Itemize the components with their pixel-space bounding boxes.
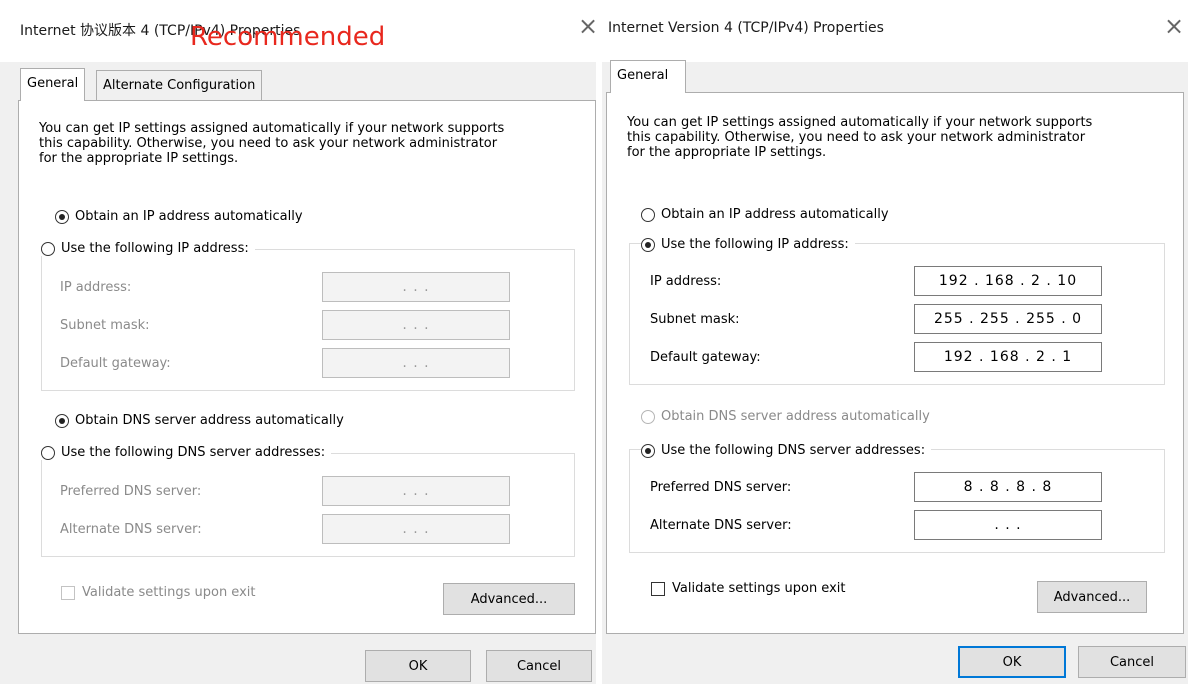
ip-address-label: IP address: bbox=[650, 274, 722, 289]
ok-button[interactable]: OK bbox=[365, 650, 471, 682]
description-line: You can get IP settings assigned automat… bbox=[39, 121, 505, 136]
validate-label: Validate settings upon exit bbox=[672, 581, 846, 596]
description-line: this capability. Otherwise, you need to … bbox=[627, 130, 1086, 145]
obtain-ip-label: Obtain an IP address automatically bbox=[661, 207, 889, 222]
radio-unselected-icon bbox=[641, 207, 655, 222]
subnet-mask-label: Subnet mask: bbox=[650, 312, 740, 327]
close-icon[interactable]: × bbox=[1164, 14, 1184, 38]
validate-label: Validate settings upon exit bbox=[82, 585, 256, 600]
alternate-dns-field[interactable]: . . . bbox=[322, 514, 510, 544]
preferred-dns-field[interactable]: . . . bbox=[322, 476, 510, 506]
recommended-annotation: Recommended bbox=[190, 22, 386, 52]
tab-general[interactable]: General bbox=[20, 68, 86, 101]
description-line: for the appropriate IP settings. bbox=[627, 145, 827, 160]
description-line: this capability. Otherwise, you need to … bbox=[39, 136, 498, 151]
radio-selected-icon bbox=[55, 209, 69, 224]
default-gateway-label: Default gateway: bbox=[60, 356, 171, 371]
use-ip-radio[interactable]: Use the following IP address: bbox=[641, 237, 855, 252]
alternate-dns-label: Alternate DNS server: bbox=[650, 518, 792, 533]
description: You can get IP settings assigned automat… bbox=[39, 121, 579, 166]
validate-checkbox[interactable]: Validate settings upon exit bbox=[651, 581, 845, 596]
use-dns-radio[interactable]: Use the following DNS server addresses: bbox=[41, 445, 332, 460]
radio-unselected-icon bbox=[641, 409, 655, 424]
use-ip-label: Use the following IP address: bbox=[61, 241, 249, 256]
ip-address-field[interactable]: . . . bbox=[322, 272, 510, 302]
use-ip-label: Use the following IP address: bbox=[661, 237, 849, 252]
obtain-ip-label: Obtain an IP address automatically bbox=[75, 209, 303, 224]
radio-selected-icon bbox=[641, 237, 655, 252]
validate-checkbox[interactable]: Validate settings upon exit bbox=[61, 585, 255, 600]
cancel-button[interactable]: Cancel bbox=[1078, 646, 1186, 678]
preferred-dns-label: Preferred DNS server: bbox=[650, 480, 792, 495]
general-panel: You can get IP settings assigned automat… bbox=[18, 100, 596, 634]
advanced-button[interactable]: Advanced... bbox=[443, 583, 575, 615]
general-panel: You can get IP settings assigned automat… bbox=[606, 92, 1184, 634]
ok-button[interactable]: OK bbox=[958, 646, 1066, 678]
description: You can get IP settings assigned automat… bbox=[627, 115, 1167, 160]
ip-address-field[interactable]: 192 . 168 . 2 . 10 bbox=[914, 266, 1102, 296]
subnet-mask-field[interactable]: 255 . 255 . 255 . 0 bbox=[914, 304, 1102, 334]
tcpip-dialog-chinese: Internet 协议版本 4 (TCP/IPv4) Properties × … bbox=[0, 0, 598, 684]
obtain-dns-radio[interactable]: Obtain DNS server address automatically bbox=[641, 409, 930, 424]
default-gateway-field[interactable]: 192 . 168 . 2 . 1 bbox=[914, 342, 1102, 372]
ip-address-group: IP address: 192 . 168 . 2 . 10 Subnet ma… bbox=[629, 243, 1165, 385]
description-line: for the appropriate IP settings. bbox=[39, 151, 239, 166]
alternate-dns-field[interactable]: . . . bbox=[914, 510, 1102, 540]
checkbox-icon bbox=[651, 581, 665, 596]
preferred-dns-label: Preferred DNS server: bbox=[60, 484, 202, 499]
window-title: Internet Version 4 (TCP/IPv4) Properties bbox=[608, 20, 884, 36]
obtain-dns-label: Obtain DNS server address automatically bbox=[75, 413, 344, 428]
preferred-dns-field[interactable]: 8 . 8 . 8 . 8 bbox=[914, 472, 1102, 502]
default-gateway-field[interactable]: . . . bbox=[322, 348, 510, 378]
use-ip-radio[interactable]: Use the following IP address: bbox=[41, 241, 255, 256]
default-gateway-label: Default gateway: bbox=[650, 350, 761, 365]
subnet-mask-field[interactable]: . . . bbox=[322, 310, 510, 340]
obtain-dns-label: Obtain DNS server address automatically bbox=[661, 409, 930, 424]
obtain-ip-radio[interactable]: Obtain an IP address automatically bbox=[55, 209, 303, 224]
advanced-button[interactable]: Advanced... bbox=[1037, 581, 1147, 613]
alternate-dns-label: Alternate DNS server: bbox=[60, 522, 202, 537]
use-dns-radio[interactable]: Use the following DNS server addresses: bbox=[641, 443, 932, 458]
ip-address-group: IP address: . . . Subnet mask: . . . Def… bbox=[41, 249, 575, 391]
dns-group: Preferred DNS server: 8 . 8 . 8 . 8 Alte… bbox=[629, 449, 1165, 553]
radio-unselected-icon bbox=[41, 241, 55, 256]
checkbox-icon bbox=[61, 585, 75, 600]
cancel-button[interactable]: Cancel bbox=[486, 650, 592, 682]
radio-unselected-icon bbox=[41, 445, 55, 460]
subnet-mask-label: Subnet mask: bbox=[60, 318, 150, 333]
tab-alternate-configuration[interactable]: Alternate Configuration bbox=[96, 70, 263, 102]
obtain-ip-radio[interactable]: Obtain an IP address automatically bbox=[641, 207, 889, 222]
ip-address-label: IP address: bbox=[60, 280, 132, 295]
tcpip-dialog-english: Internet Version 4 (TCP/IPv4) Properties… bbox=[602, 0, 1188, 684]
tab-general[interactable]: General bbox=[610, 60, 686, 93]
use-dns-label: Use the following DNS server addresses: bbox=[661, 443, 926, 458]
dns-group: Preferred DNS server: . . . Alternate DN… bbox=[41, 453, 575, 557]
radio-selected-icon bbox=[641, 443, 655, 458]
title-bar: Internet Version 4 (TCP/IPv4) Properties… bbox=[602, 0, 1188, 62]
use-dns-label: Use the following DNS server addresses: bbox=[61, 445, 326, 460]
description-line: You can get IP settings assigned automat… bbox=[627, 115, 1093, 130]
radio-selected-icon bbox=[55, 413, 69, 428]
obtain-dns-radio[interactable]: Obtain DNS server address automatically bbox=[55, 413, 344, 428]
